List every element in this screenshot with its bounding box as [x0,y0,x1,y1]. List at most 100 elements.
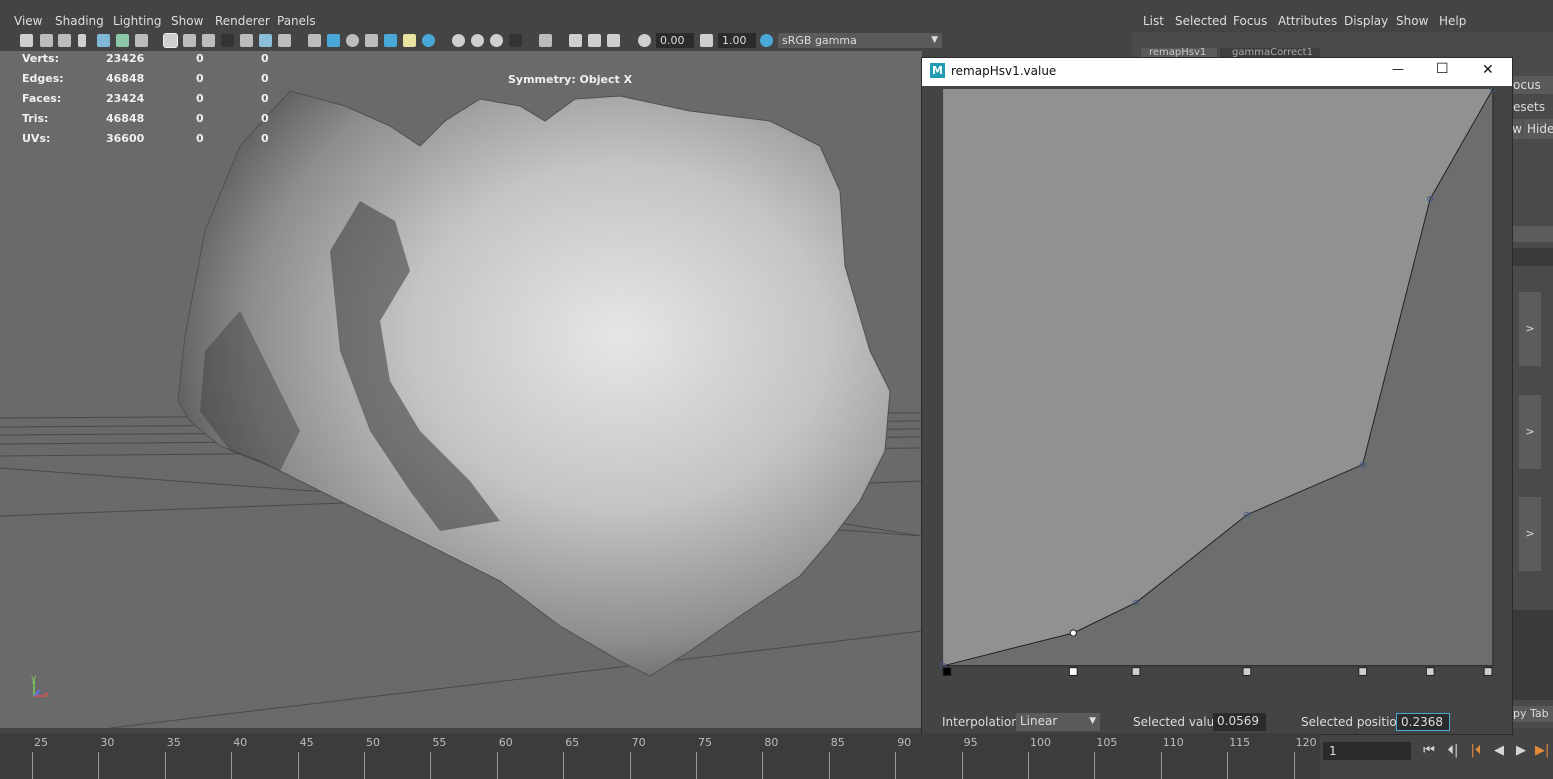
menu-lighting[interactable]: Lighting [113,14,162,28]
maya-logo-letter: M [932,64,943,77]
timeline-tick [496,752,498,779]
step-forward-key-icon[interactable]: ▶| [1535,742,1549,760]
stat-selected: 0 [196,112,204,125]
menu-focus[interactable]: Focus [1233,14,1267,28]
textured-icon[interactable] [384,34,397,47]
exposure-icon[interactable] [638,34,651,47]
multisample-aa-icon[interactable] [490,34,503,47]
bookmark-icon[interactable] [58,34,71,47]
default-material-icon[interactable] [346,34,359,47]
timeline-tick [1293,752,1295,779]
pen-icon[interactable] [135,34,148,47]
position-marker[interactable] [942,667,952,676]
menu-help[interactable]: Help [1439,14,1466,28]
3d-viewport[interactable] [0,51,922,728]
resolution-gate-icon[interactable] [202,34,215,47]
minimize-icon[interactable]: — [1392,62,1406,76]
copy-tab-button[interactable]: py Tab [1513,706,1553,722]
stat-value: 46848 [106,72,145,85]
motion-blur-icon[interactable] [471,34,484,47]
grease-pencil-icon[interactable] [97,34,110,47]
xray-active-icon[interactable] [588,34,601,47]
2d-pan-zoom-icon[interactable] [116,34,129,47]
time-slider[interactable] [0,733,1320,779]
position-marker[interactable] [1483,667,1493,676]
step-back-frame-icon[interactable]: ⏴| [1444,742,1462,760]
show-button[interactable]: Show [1513,119,1522,139]
grid-icon[interactable] [163,33,178,48]
interpolation-dropdown[interactable]: Linear ▼ [1016,713,1100,731]
gamma-field[interactable]: 1.00 [718,33,756,48]
expand-label: > [1525,322,1535,335]
close-icon[interactable]: ✕ [1482,62,1496,78]
gate-mask-icon[interactable] [221,34,234,47]
expand-ramp-button[interactable]: > [1519,292,1541,366]
menu-shading[interactable]: Shading [55,14,104,28]
expand-ramp-button[interactable]: > [1519,497,1541,571]
ramp-curve-graph[interactable] [933,89,1503,687]
section-header[interactable] [1513,226,1553,242]
timeline-tick [895,752,897,779]
timeline-tick-label: 55 [432,736,447,749]
selected-value-field[interactable]: 0.0569 [1213,713,1266,731]
safe-action-icon[interactable] [259,34,272,47]
wireframe-on-shaded-icon[interactable] [365,34,378,47]
menu-list[interactable]: List [1143,14,1164,28]
isolate-select-icon[interactable] [539,34,552,47]
xray-icon[interactable] [569,34,582,47]
depth-of-field-icon[interactable] [509,34,522,47]
field-chart-icon[interactable] [240,34,253,47]
position-marker[interactable] [1131,667,1141,676]
curve-point[interactable] [1069,629,1077,637]
play-forwards-icon[interactable]: ▶ [1512,742,1530,760]
current-frame-field[interactable]: 1 [1323,742,1411,760]
timeline-tick-label: 50 [366,736,380,749]
timeline-tick-label: 70 [631,736,646,749]
presets-button[interactable]: esets [1513,98,1553,116]
film-gate-icon[interactable] [183,34,196,47]
exposure-field[interactable]: 0.00 [656,33,694,48]
curve-position-markers [942,667,1493,676]
safe-title-icon[interactable] [278,34,291,47]
stat-selected: 0 [196,52,204,65]
menu-selected[interactable]: Selected [1175,14,1227,28]
image-plane-icon[interactable] [78,34,86,47]
focus-button[interactable]: ocus [1513,76,1553,94]
menu-display[interactable]: Display [1344,14,1388,28]
smooth-shade-icon[interactable] [327,34,340,47]
gamma-icon[interactable] [700,34,713,47]
lights-icon[interactable] [403,34,416,47]
expand-ramp-button[interactable]: > [1519,395,1541,469]
stat-component: 0 [261,92,269,105]
menu-renderer[interactable]: Renderer [215,14,270,28]
stat-label: Verts: [22,52,60,65]
chevron-down-icon: ▼ [1089,716,1096,726]
wireframe-icon[interactable] [308,34,321,47]
stat-value: 36600 [106,132,145,145]
timeline-tick [164,752,166,779]
position-marker[interactable] [1425,667,1435,676]
position-marker[interactable] [1068,667,1078,676]
shadows-icon[interactable] [422,34,435,47]
position-marker[interactable] [1242,667,1252,676]
camera-attributes-icon[interactable] [40,34,53,47]
view-transform-dropdown[interactable]: sRGB gamma ▼ [778,33,942,48]
ambient-occlusion-icon[interactable] [452,34,465,47]
maximize-icon[interactable]: ☐ [1436,61,1450,77]
menu-show[interactable]: Show [1396,14,1428,28]
color-management-icon[interactable] [760,34,773,47]
go-to-start-icon[interactable]: ⏮ [1420,742,1438,760]
hide-button[interactable]: Hide [1523,119,1553,139]
step-back-key-icon[interactable]: |⏴ [1467,742,1485,760]
timeline-tick-label: 40 [233,736,248,749]
field-row [1513,248,1553,266]
camera-select-icon[interactable] [20,34,33,47]
xray-joints-icon[interactable] [607,34,620,47]
menu-attributes[interactable]: Attributes [1278,14,1337,28]
position-marker[interactable] [1358,667,1368,676]
play-backwards-icon[interactable]: ◀ [1490,742,1508,760]
menu-panels[interactable]: Panels [277,14,316,28]
menu-show[interactable]: Show [171,14,203,28]
selected-position-field[interactable]: 0.2368 [1396,713,1450,731]
menu-view[interactable]: View [14,14,42,28]
